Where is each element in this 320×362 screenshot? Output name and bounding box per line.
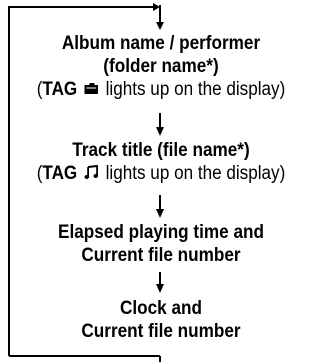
step-1-line-1: Album name / performer (61, 32, 261, 54)
arrow-into-step-1-head (156, 22, 164, 30)
step-2-line-1: Track title (file name*) (72, 139, 250, 161)
step-4-line-1: Clock and (119, 297, 203, 319)
note-suffix: lights up on the display) (105, 79, 286, 100)
arrow-step2-step3-head (156, 209, 164, 218)
arrow-into-step-1 (153, 3, 160, 11)
step-3-line-2: Current file number (81, 244, 241, 266)
step-clock: Clock and Current file number (16, 297, 306, 343)
arrow-step3-step4-head (156, 284, 164, 293)
folder-icon (84, 83, 99, 94)
arrow-step1-step2-head (156, 127, 164, 136)
note-suffix: lights up on the display) (105, 163, 286, 184)
step-elapsed-time: Elapsed playing time and Current file nu… (16, 221, 306, 267)
step-2-note: (TAG lights up on the display) (31, 162, 292, 185)
step-album-name: Album name / performer (folder name*) (T… (16, 32, 306, 101)
tag-label: TAG (42, 163, 78, 184)
step-1-line-2: (folder name*) (103, 55, 219, 77)
step-3-line-1: Elapsed playing time and (58, 221, 264, 243)
step-1-note: (TAG lights up on the display) (31, 78, 292, 101)
tag-label: TAG (42, 79, 78, 100)
step-track-title: Track title (file name*) (TAG lights up … (16, 139, 306, 185)
music-note-icon (84, 165, 99, 179)
step-4-line-2: Current file number (81, 320, 241, 342)
